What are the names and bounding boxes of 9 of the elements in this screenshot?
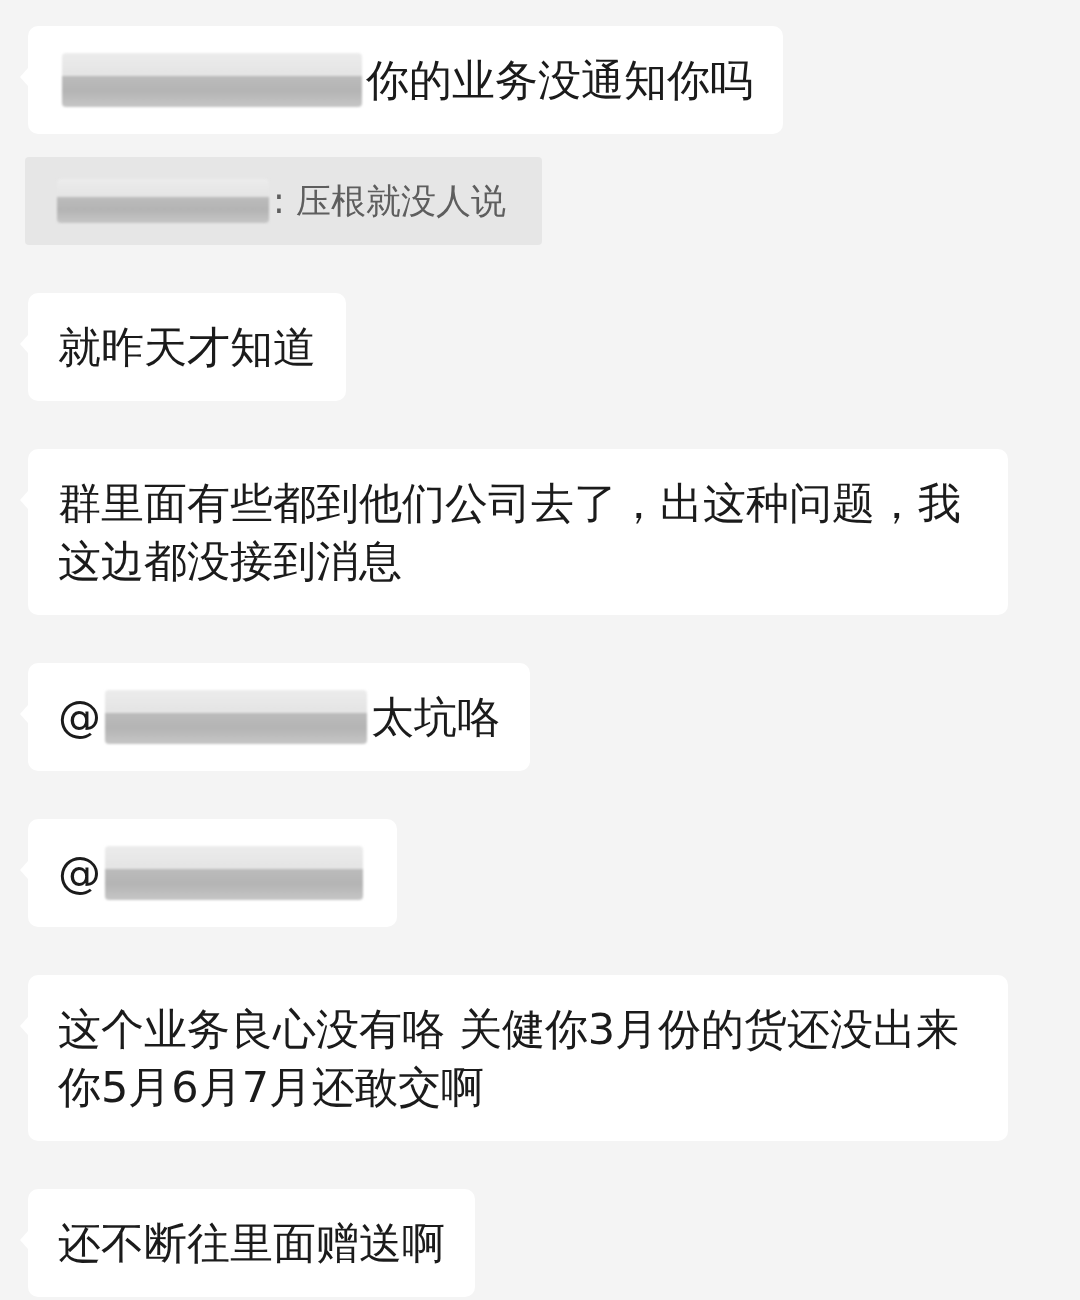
message-text: 这个业务良心没有咯 关健你3月份的货还没出来你5月6月7月还敢交啊: [58, 1003, 961, 1114]
message-text: 太坑咯: [371, 691, 500, 744]
message-text: 就昨天才知道: [58, 321, 316, 374]
message-text: 你的业务没通知你吗: [366, 54, 753, 107]
message-text: 还不断往里面赠送啊: [58, 1217, 445, 1270]
message-text: 群里面有些都到他们公司去了，出这种问题，我这边都没接到消息: [58, 477, 962, 588]
quote-text: : 压根就没人说: [273, 180, 506, 223]
mention-sign: @: [58, 691, 101, 744]
mention-sign: @: [58, 847, 101, 900]
